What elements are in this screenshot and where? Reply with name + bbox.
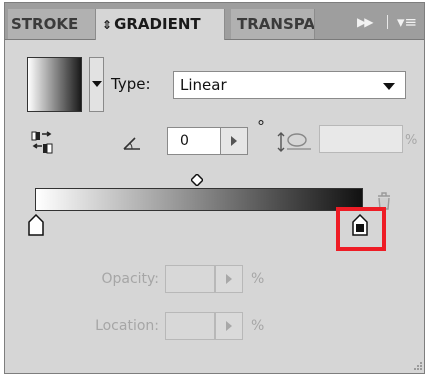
location-stepper[interactable] (215, 312, 243, 340)
location-label: Location: (95, 318, 159, 334)
tab-gradient-label: GRADIENT (114, 15, 201, 33)
opacity-label: Opacity: (101, 271, 159, 287)
tab-stroke-label: STROKE (11, 15, 79, 33)
gradient-swatch[interactable] (27, 57, 82, 112)
reverse-gradient-icon[interactable] (31, 131, 53, 155)
tab-gradient[interactable]: ⇕ GRADIENT (95, 9, 225, 40)
chevron-right-icon (231, 136, 237, 146)
location-unit: % (251, 318, 265, 334)
angle-input[interactable]: 0 (167, 127, 221, 155)
resize-grip-icon[interactable] (411, 361, 423, 373)
gradient-midpoint-diamond[interactable] (191, 174, 203, 186)
double-chevron-right-icon[interactable]: ▶▶ (357, 15, 374, 29)
degree-symbol: ° (257, 117, 265, 136)
location-input[interactable] (165, 312, 215, 340)
tab-transparency-label: TRANSPARENCY (237, 15, 315, 33)
gradient-slider[interactable] (35, 188, 363, 211)
chevron-down-icon (383, 83, 395, 90)
chevron-right-icon (226, 321, 232, 331)
tab-bar-divider (387, 15, 388, 29)
tab-stroke[interactable]: STROKE (8, 9, 96, 39)
aspect-ratio-input[interactable] (319, 125, 403, 153)
angle-stepper[interactable] (220, 127, 248, 155)
type-label: Type: (111, 75, 151, 93)
updown-arrows-icon: ⇕ (102, 18, 113, 32)
angle-icon (123, 137, 140, 150)
tab-transparency[interactable]: TRANSPARENCY (231, 9, 315, 39)
aspect-ratio-icon (277, 132, 311, 152)
opacity-input[interactable] (165, 265, 215, 293)
chevron-right-icon (226, 274, 232, 284)
chevron-down-icon (92, 81, 102, 87)
type-select[interactable]: Linear (173, 71, 406, 99)
opacity-stepper[interactable] (215, 265, 243, 293)
opacity-unit: % (251, 271, 265, 287)
gradient-stop-white[interactable] (28, 214, 44, 236)
gradient-panel: STROKE ⇕GRADIENT TRANSPARENCY ▶▶ ▾≡ Type… (4, 2, 425, 374)
gradient-swatch-dropdown[interactable] (89, 57, 104, 112)
type-select-value: Linear (180, 76, 227, 94)
panel-tab-bar: STROKE ⇕GRADIENT TRANSPARENCY ▶▶ ▾≡ (5, 3, 424, 40)
selected-stop-highlight (336, 207, 386, 251)
panel-menu-icon[interactable]: ▾≡ (397, 13, 417, 31)
aspect-ratio-unit: % (405, 133, 418, 148)
